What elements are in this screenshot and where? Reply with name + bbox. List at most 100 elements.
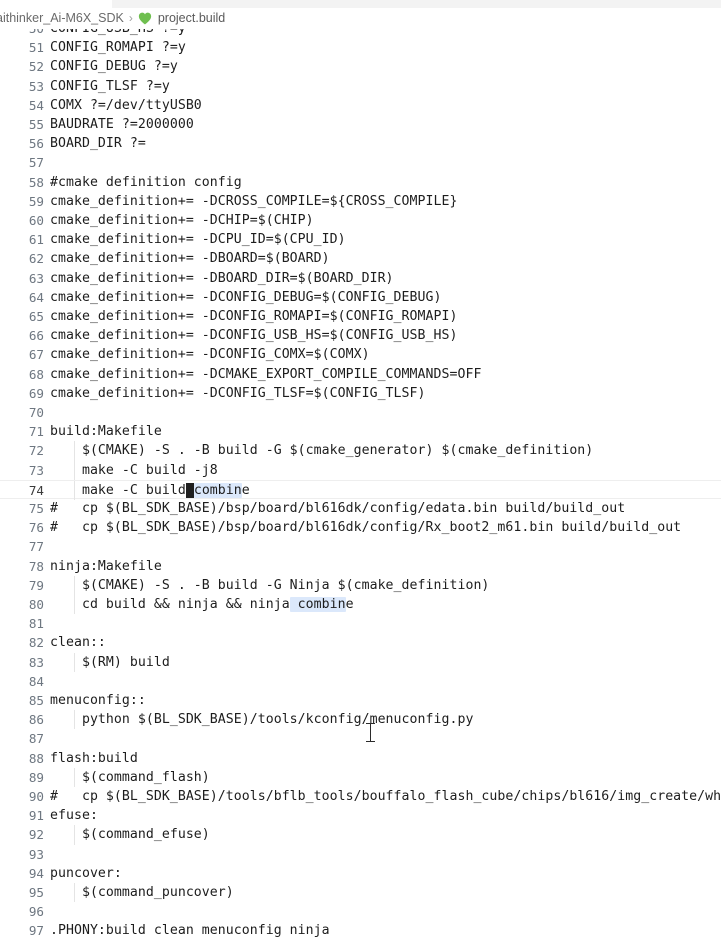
code-line[interactable]: 73 make -C build -j8: [0, 460, 721, 480]
code-line[interactable]: 75 # cp $(BL_SDK_BASE)/bsp/board/bl616dk/…: [0, 499, 721, 518]
line-content[interactable]: $(command_flash): [50, 768, 210, 787]
code-line[interactable]: 64 cmake_definition+= -DCONFIG_DEBUG=$(CO…: [0, 288, 721, 307]
code-line[interactable]: 53 CONFIG_TLSF ?=y: [0, 77, 721, 96]
line-content[interactable]: cd build && ninja && ninja combine: [50, 595, 354, 614]
line-content[interactable]: efuse:: [50, 806, 98, 825]
code-line[interactable]: 85 menuconfig::: [0, 691, 721, 710]
code-line[interactable]: 76 # cp $(BL_SDK_BASE)/bsp/board/bl616dk/…: [0, 518, 721, 537]
line-content[interactable]: cmake_definition+= -DCONFIG_COMX=$(COMX): [50, 345, 370, 364]
line-content[interactable]: cmake_definition+= -DBOARD=$(BOARD): [50, 249, 330, 268]
line-content[interactable]: make -C build -j8: [50, 461, 218, 480]
code-line[interactable]: 92 $(command_efuse): [0, 825, 721, 845]
code-line[interactable]: 63 cmake_definition+= -DBOARD_DIR=$(BOARD…: [0, 269, 721, 288]
code-line[interactable]: 80 cd build && ninja && ninja combine: [0, 595, 721, 615]
code-line[interactable]: 79 $(CMAKE) -S . -B build -G Ninja $(cma…: [0, 575, 721, 595]
line-content[interactable]: menuconfig::: [50, 691, 146, 710]
code-line[interactable]: 62 cmake_definition+= -DBOARD=$(BOARD): [0, 249, 721, 268]
line-content[interactable]: CONFIG_TLSF ?=y: [50, 77, 170, 96]
breadcrumb-item-file[interactable]: project.build: [158, 8, 225, 29]
line-content[interactable]: cmake_definition+= -DCPU_ID=$(CPU_ID): [50, 230, 346, 249]
line-content[interactable]: COMX ?=/dev/ttyUSB0: [50, 96, 202, 115]
code-line[interactable]: 97 .PHONY:build clean menuconfig ninja: [0, 921, 721, 940]
line-content[interactable]: cmake_definition+= -DCMAKE_EXPORT_COMPIL…: [50, 365, 481, 384]
code-line[interactable]: 89 $(command_flash): [0, 767, 721, 787]
text-cursor: [185, 482, 194, 498]
line-content[interactable]: build:Makefile: [50, 422, 162, 441]
line-content[interactable]: cmake_definition+= -DCHIP=$(CHIP): [50, 211, 314, 230]
line-content[interactable]: #cmake definition config: [50, 173, 242, 192]
line-content[interactable]: CONFIG_USB_HS ?=y: [50, 29, 186, 38]
code-line[interactable]: 95 $(command_puncover): [0, 883, 721, 903]
code-line[interactable]: 57: [0, 153, 721, 172]
line-number: 64: [28, 289, 44, 305]
line-content[interactable]: BAUDRATE ?=2000000: [50, 115, 194, 134]
line-content[interactable]: cmake_definition+= -DCONFIG_TLSF=$(CONFI…: [50, 384, 426, 403]
code-line[interactable]: 81: [0, 614, 721, 633]
breadcrumb-item-project-root[interactable]: aithinker_Ai-M6X_SDK: [0, 8, 124, 29]
code-line[interactable]: 70: [0, 403, 721, 422]
code-line[interactable]: 77: [0, 537, 721, 556]
line-content[interactable]: $(RM) build: [50, 653, 170, 672]
code-editor[interactable]: 50CONFIG_USB_HS ?=y51CONFIG_ROMAPI ?=y52…: [0, 29, 721, 942]
code-line[interactable]: 74 make -C build combine: [0, 479, 721, 500]
code-line[interactable]: 59 cmake_definition+= -DCROSS_COMPILE=${C…: [0, 192, 721, 211]
line-content[interactable]: ninja:Makefile: [50, 557, 162, 576]
line-content[interactable]: cmake_definition+= -DCONFIG_USB_HS=$(CON…: [50, 326, 457, 345]
line-number: 77: [28, 539, 44, 555]
line-content[interactable]: # cp $(BL_SDK_BASE)/tools/bflb_tools/bou…: [50, 787, 721, 806]
code-line[interactable]: 60 cmake_definition+= -DCHIP=$(CHIP): [0, 211, 721, 230]
line-number: 52: [28, 59, 44, 75]
code-line[interactable]: 58 #cmake definition config: [0, 173, 721, 192]
code-line[interactable]: 86 python $(BL_SDK_BASE)/tools/kconfig/m…: [0, 710, 721, 730]
code-line[interactable]: 96: [0, 902, 721, 921]
line-content[interactable]: python $(BL_SDK_BASE)/tools/kconfig/menu…: [50, 710, 473, 729]
line-content[interactable]: # cp $(BL_SDK_BASE)/bsp/board/bl616dk/co…: [50, 499, 625, 518]
code-line[interactable]: 87: [0, 729, 721, 748]
code-line[interactable]: 91 efuse:: [0, 806, 721, 825]
line-content[interactable]: make -C build combine: [50, 481, 250, 500]
line-number: 89: [28, 769, 44, 785]
line-content[interactable]: # cp $(BL_SDK_BASE)/bsp/board/bl616dk/co…: [50, 518, 681, 537]
code-line[interactable]: 65 cmake_definition+= -DCONFIG_ROMAPI=$(C…: [0, 307, 721, 326]
code-line[interactable]: 69 cmake_definition+= -DCONFIG_TLSF=$(CON…: [0, 384, 721, 403]
code-line[interactable]: 61 cmake_definition+= -DCPU_ID=$(CPU_ID): [0, 230, 721, 249]
code-line[interactable]: 52 CONFIG_DEBUG ?=y: [0, 57, 721, 76]
code-line[interactable]: 90 # cp $(BL_SDK_BASE)/tools/bflb_tools/b…: [0, 787, 721, 806]
line-content[interactable]: CONFIG_DEBUG ?=y: [50, 57, 178, 76]
code-line[interactable]: 55 BAUDRATE ?=2000000: [0, 115, 721, 134]
code-line[interactable]: 50 CONFIG_USB_HS ?=y: [0, 29, 721, 38]
code-line[interactable]: 88 flash:build: [0, 749, 721, 768]
code-line[interactable]: 68 cmake_definition+= -DCMAKE_EXPORT_COMP…: [0, 365, 721, 384]
code-line[interactable]: 84: [0, 672, 721, 691]
line-content[interactable]: .PHONY:build clean menuconfig ninja: [50, 921, 330, 940]
line-content[interactable]: $(command_efuse): [50, 825, 210, 844]
line-content[interactable]: cmake_definition+= -DBOARD_DIR=$(BOARD_D…: [50, 269, 394, 288]
line-number: 53: [28, 78, 44, 94]
tab-strip: [0, 0, 721, 8]
heart-icon: [138, 11, 153, 26]
line-content[interactable]: clean::: [50, 633, 106, 652]
code-line[interactable]: 56 BOARD_DIR ?=: [0, 134, 721, 153]
line-content[interactable]: cmake_definition+= -DCONFIG_DEBUG=$(CONF…: [50, 288, 442, 307]
line-content[interactable]: cmake_definition+= -DCROSS_COMPILE=${CRO…: [50, 192, 457, 211]
line-content[interactable]: cmake_definition+= -DCONFIG_ROMAPI=$(CON…: [50, 307, 457, 326]
code-line[interactable]: 82 clean::: [0, 633, 721, 652]
line-content[interactable]: CONFIG_ROMAPI ?=y: [50, 38, 186, 57]
line-content[interactable]: BOARD_DIR ?=: [50, 134, 146, 153]
code-line[interactable]: 94 puncover:: [0, 864, 721, 883]
code-line[interactable]: 83 $(RM) build: [0, 652, 721, 672]
code-line[interactable]: 72 $(CMAKE) -S . -B build -G $(cmake_gen…: [0, 441, 721, 461]
line-content[interactable]: flash:build: [50, 749, 138, 768]
line-content[interactable]: $(command_puncover): [50, 883, 234, 902]
line-content[interactable]: $(CMAKE) -S . -B build -G $(cmake_genera…: [50, 441, 593, 460]
code-line[interactable]: 51 CONFIG_ROMAPI ?=y: [0, 38, 721, 57]
code-line[interactable]: 66 cmake_definition+= -DCONFIG_USB_HS=$(C…: [0, 326, 721, 345]
code-line[interactable]: 54 COMX ?=/dev/ttyUSB0: [0, 96, 721, 115]
code-line[interactable]: 78 ninja:Makefile: [0, 557, 721, 576]
line-content[interactable]: puncover:: [50, 864, 122, 883]
line-content[interactable]: $(CMAKE) -S . -B build -G Ninja $(cmake_…: [50, 576, 489, 595]
code-line[interactable]: 67 cmake_definition+= -DCONFIG_COMX=$(COM…: [0, 345, 721, 364]
code-line[interactable]: 71 build:Makefile: [0, 422, 721, 441]
breadcrumb[interactable]: aithinker_Ai-M6X_SDK › project.build: [0, 8, 721, 29]
code-line[interactable]: 93: [0, 845, 721, 864]
